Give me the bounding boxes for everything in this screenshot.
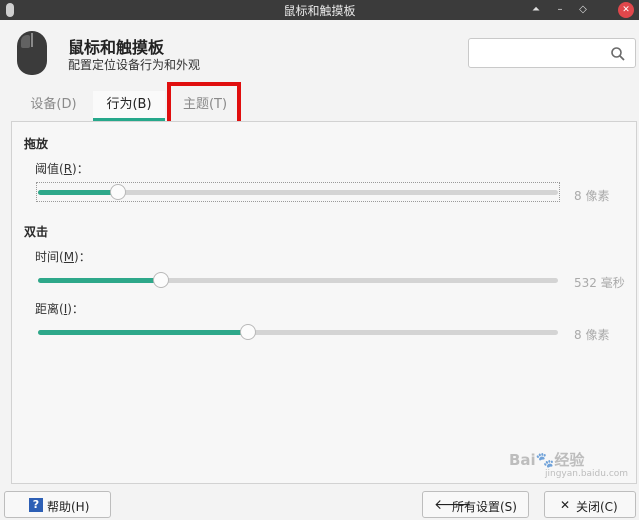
time-label: 时间(M)： <box>35 250 91 264</box>
all-settings-button[interactable]: 🡐 所有设置(S) <box>422 491 529 518</box>
threshold-value: 8 像素 <box>574 189 610 203</box>
search-icon <box>611 47 625 61</box>
tab-behavior[interactable]: 行为(B) <box>93 91 165 121</box>
shade-button[interactable]: ⏶ <box>528 2 544 18</box>
double-click-heading: 双击 <box>24 225 49 239</box>
mouse-left-button-shape <box>21 35 30 48</box>
page-title: 鼠标和触摸板 <box>68 38 165 57</box>
distance-slider-fill <box>38 330 248 335</box>
threshold-slider[interactable] <box>36 182 560 202</box>
distance-label: 距离(I)： <box>35 302 84 316</box>
close-button[interactable]: ✕ 关闭(C) <box>544 491 636 518</box>
distance-slider-handle[interactable] <box>240 324 256 340</box>
threshold-slider-fill <box>38 190 118 195</box>
minimize-button[interactable]: – <box>552 2 568 18</box>
page-subtitle: 配置定位设备行为和外观 <box>68 58 201 72</box>
time-slider[interactable] <box>38 272 558 288</box>
all-settings-label: 所有设置(S) <box>452 500 517 514</box>
mouse-icon <box>17 31 47 75</box>
behavior-panel: 拖放 阈值(R)： 8 像素 双击 时间(M)： 532 毫秒 距离(I)： 8… <box>11 121 637 484</box>
watermark-url: jingyan.baidu.com <box>545 469 629 479</box>
watermark-brand: Bai🐾经验 <box>509 451 585 469</box>
watermark: Bai🐾经验 jingyan.baidu.com <box>509 449 628 479</box>
help-button[interactable]: ? 帮助(H) <box>4 491 111 518</box>
threshold-label: 阈值(R)： <box>35 162 89 176</box>
header: 鼠标和触摸板 配置定位设备行为和外观 <box>0 20 639 84</box>
title-bar: 鼠标和触摸板 ⏶ – ◇ ✕ <box>0 0 639 20</box>
mouse-divider-shape <box>31 33 33 47</box>
search-input[interactable] <box>468 38 636 68</box>
close-icon: ✕ <box>560 498 571 512</box>
time-value: 532 毫秒 <box>574 276 625 290</box>
tab-devices[interactable]: 设备(D) <box>11 91 96 121</box>
distance-slider[interactable] <box>38 324 558 340</box>
maximize-button[interactable]: ◇ <box>575 2 591 18</box>
threshold-slider-handle[interactable] <box>110 184 126 200</box>
help-icon: ? <box>29 498 43 512</box>
time-slider-fill <box>38 278 161 283</box>
drag-heading: 拖放 <box>24 137 49 151</box>
distance-value: 8 像素 <box>574 328 610 342</box>
close-label: 关闭(C) <box>576 500 618 514</box>
close-window-button[interactable]: ✕ <box>618 2 634 18</box>
help-label: 帮助(H) <box>47 500 90 514</box>
time-slider-handle[interactable] <box>153 272 169 288</box>
